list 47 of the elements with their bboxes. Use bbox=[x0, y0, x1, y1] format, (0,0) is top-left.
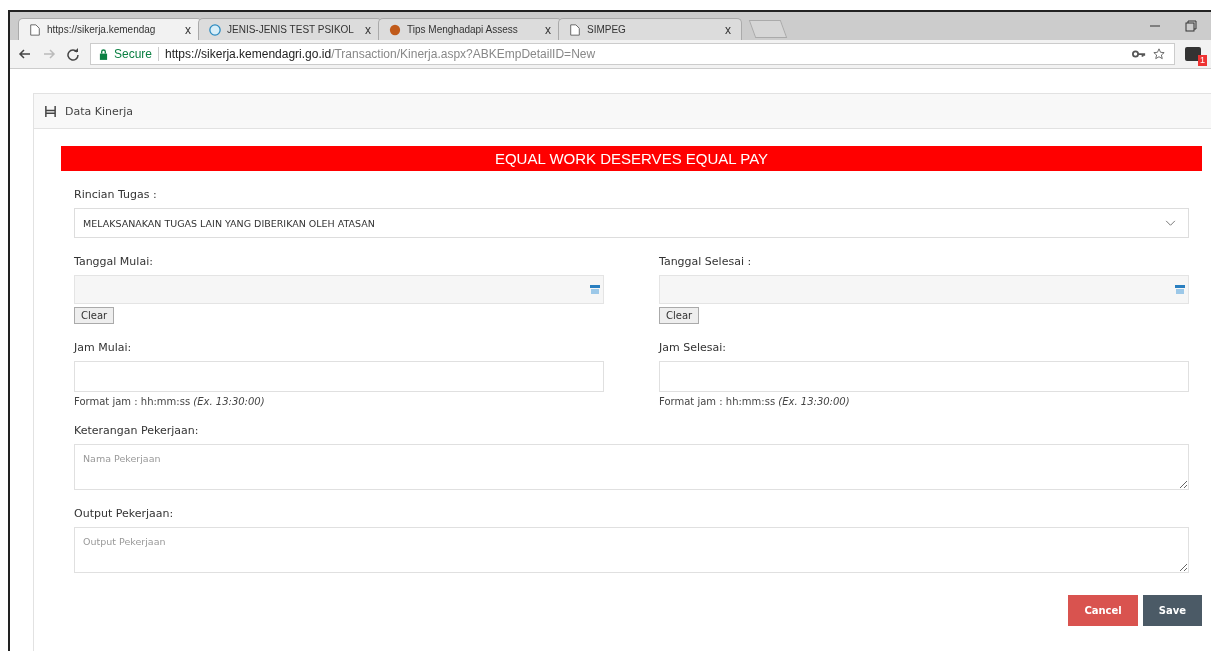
field-label: Rincian Tugas : bbox=[74, 188, 158, 201]
text-area[interactable]: Output Pekerjaan bbox=[74, 527, 1189, 573]
key-icon[interactable] bbox=[1132, 48, 1146, 60]
site-icon bbox=[389, 23, 401, 36]
field-label: Tanggal Mulai: bbox=[74, 255, 154, 268]
lock-icon bbox=[99, 48, 108, 60]
address-bar[interactable]: Secure https://sikerja.kemendagri.go.id/Transaction/Kinerja.aspx?ABKEmpDetailID=New bbox=[90, 43, 1175, 65]
page-icon bbox=[569, 23, 581, 36]
forward-icon[interactable] bbox=[42, 47, 56, 61]
field-label: Output Pekerjaan: bbox=[74, 507, 175, 520]
field-label: Keterangan Pekerjaan: bbox=[74, 424, 200, 437]
task-dropdown[interactable]: MELAKSANAKAN TUGAS LAIN YANG DIBERIKAN OLEH ATASAN bbox=[74, 208, 1189, 238]
close-icon[interactable]: x bbox=[545, 22, 551, 37]
save-button[interactable]: Save bbox=[1142, 595, 1202, 626]
text-area[interactable]: Nama Pekerjaan bbox=[74, 444, 1189, 490]
chevron-icon bbox=[1165, 219, 1176, 227]
clear-button[interactable]: Clear bbox=[74, 307, 115, 324]
secure-label: Secure bbox=[114, 47, 153, 61]
globe-icon bbox=[209, 23, 221, 36]
field-label: Jam Selesai: bbox=[659, 341, 727, 354]
field-label: Tanggal Selesai : bbox=[659, 255, 753, 268]
close-icon[interactable]: x bbox=[725, 22, 731, 37]
notification-badge: 1 bbox=[1198, 55, 1207, 66]
date-field[interactable] bbox=[659, 275, 1189, 304]
format-hint: Format jam : hh:mm:ss (Ex. 13:30:00) bbox=[659, 396, 851, 407]
clear-button[interactable]: Clear bbox=[659, 307, 700, 324]
calendar-icon[interactable] bbox=[1174, 283, 1186, 295]
back-icon[interactable] bbox=[18, 47, 32, 61]
cancel-button[interactable]: Cancel bbox=[1068, 595, 1138, 626]
reload-icon[interactable] bbox=[66, 47, 80, 61]
star-icon[interactable] bbox=[1152, 48, 1166, 60]
browser-tab[interactable]: SIMPEG x bbox=[558, 18, 742, 40]
banner: EQUAL WORK DESERVES EQUAL PAY bbox=[61, 146, 1202, 171]
page-icon bbox=[29, 23, 41, 36]
extension-icon[interactable] bbox=[1185, 47, 1201, 61]
time-field[interactable] bbox=[74, 361, 604, 392]
restore-icon[interactable] bbox=[1185, 20, 1197, 32]
close-icon[interactable]: x bbox=[185, 22, 191, 37]
format-hint: Format jam : hh:mm:ss (Ex. 13:30:00) bbox=[74, 396, 266, 407]
time-field[interactable] bbox=[659, 361, 1189, 392]
field-label: Jam Mulai: bbox=[74, 341, 133, 354]
panel-title: Data Kinerja bbox=[65, 104, 134, 118]
calendar-icon[interactable] bbox=[589, 283, 601, 295]
table-icon bbox=[44, 104, 57, 118]
close-icon[interactable]: x bbox=[365, 22, 371, 37]
date-field[interactable] bbox=[74, 275, 604, 304]
url-text: https://sikerja.kemendagri.go.id/Transaction/Kinerja.aspx?ABKEmpDetailID=New bbox=[165, 47, 596, 61]
